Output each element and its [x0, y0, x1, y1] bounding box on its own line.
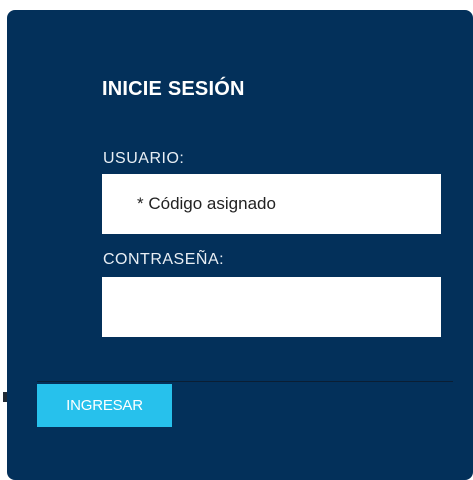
login-title: INICIE SESIÓN [102, 78, 245, 100]
form-divider [37, 381, 453, 382]
password-label: CONTRASEÑA: [103, 251, 225, 268]
password-input[interactable] [102, 277, 441, 337]
username-input[interactable] [102, 174, 441, 234]
login-submit-button[interactable]: INGRESAR [37, 384, 172, 427]
username-label: USUARIO: [103, 150, 185, 167]
login-panel: INICIE SESIÓN USUARIO: CONTRASEÑA: INGRE… [7, 10, 473, 480]
